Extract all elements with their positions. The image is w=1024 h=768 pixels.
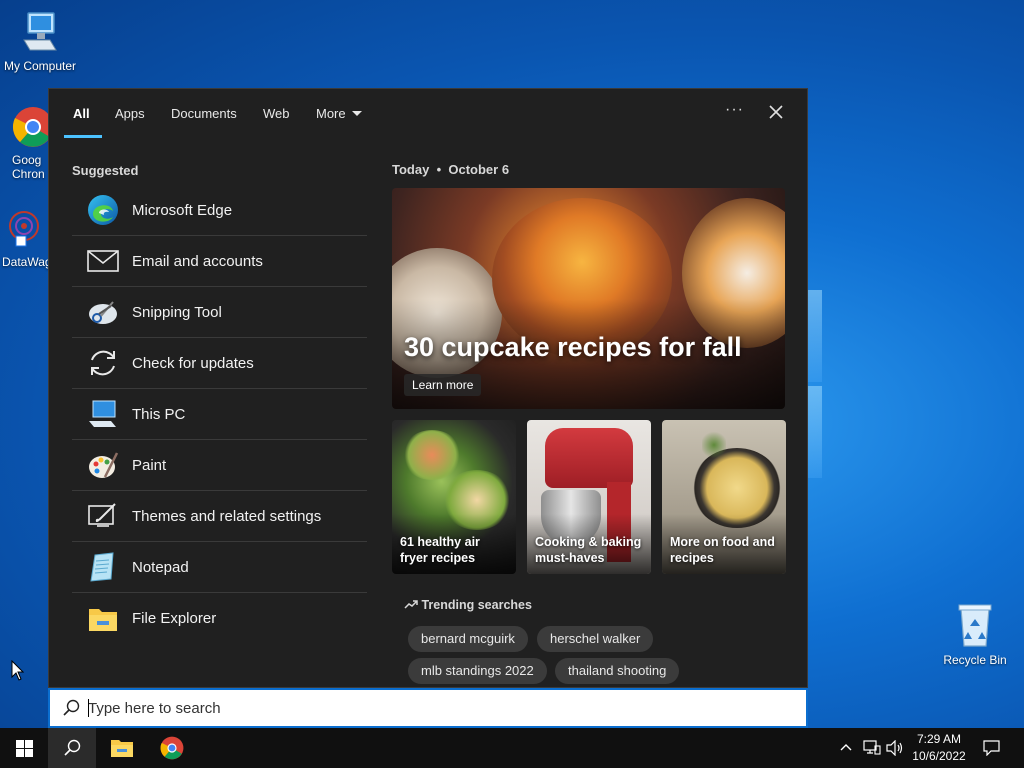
trending-label: Trending searches [421, 598, 532, 612]
windows-logo-icon [15, 739, 33, 757]
trending-heading: Trending searches [404, 598, 532, 612]
wallpaper-light-beam [808, 386, 822, 478]
suggested-heading: Suggested [72, 163, 139, 178]
clock-date: 10/6/2022 [912, 749, 966, 763]
stand-mixer-image [545, 428, 633, 488]
suggested-item-notepad[interactable]: Notepad [72, 542, 367, 593]
hero-card-cupcakes[interactable]: 30 cupcake recipes for fall Learn more [392, 188, 785, 409]
desktop-icon-label: DataWag [2, 255, 52, 269]
wallpaper-light-beam [808, 290, 822, 382]
trending-chip[interactable]: mlb standings 2022 [408, 658, 547, 684]
computer-icon [86, 397, 120, 431]
tab-documents[interactable]: Documents [171, 106, 237, 121]
search-icon [63, 699, 80, 716]
herb-image [702, 430, 726, 460]
snipping-tool-icon [86, 295, 120, 329]
network-icon[interactable] [863, 740, 881, 756]
text-caret [88, 699, 89, 717]
tile-more-food-recipes[interactable]: More on food and recipes [662, 420, 786, 574]
clock[interactable]: 7:29 AM 10/6/2022 [905, 731, 973, 765]
suggested-item-file-explorer[interactable]: File Explorer [72, 593, 367, 644]
desktop-icon-label: Goog Chron [12, 153, 45, 181]
suggested-item-label: Email and accounts [132, 252, 263, 270]
desktop-icon-datawag[interactable]: DataWag [2, 206, 52, 269]
desktop-icon-my-computer[interactable]: My Computer [0, 10, 80, 73]
start-button[interactable] [0, 728, 48, 768]
mouse-pointer-icon [11, 660, 25, 681]
computer-icon [23, 12, 57, 51]
today-date: October 6 [448, 162, 510, 177]
tab-more-label: More [316, 106, 346, 121]
tile-air-fryer-recipes[interactable]: 61 healthy air fryer recipes [392, 420, 516, 574]
chevron-down-icon [351, 111, 362, 116]
chevron-up-icon[interactable] [840, 742, 852, 752]
notification-center-icon[interactable] [983, 740, 1000, 756]
taskbar-file-explorer[interactable] [98, 728, 146, 768]
tab-more[interactable]: More [316, 106, 362, 121]
suggested-item-label: Check for updates [132, 354, 254, 372]
clock-time: 7:29 AM [916, 732, 962, 746]
tile-caption: 61 healthy air fryer recipes [400, 535, 480, 565]
tile-caption: Cooking & baking must-haves [535, 535, 642, 565]
trending-chip[interactable]: thailand shooting [555, 658, 680, 684]
suggested-item-label: Paint [132, 456, 167, 474]
refresh-icon [86, 346, 120, 380]
suggested-item-this-pc[interactable]: This PC [72, 389, 367, 440]
suggested-item-label: This PC [132, 405, 186, 423]
today-separator: • [432, 162, 445, 177]
tab-apps[interactable]: Apps [115, 106, 145, 121]
tab-active-indicator [64, 135, 102, 138]
lettuce-wrap-image [402, 430, 462, 480]
search-panel: All Apps Documents Web More ··· Suggeste… [48, 88, 808, 688]
suggested-item-label: Snipping Tool [132, 303, 222, 321]
suggested-item-email-and-accounts[interactable]: Email and accounts [72, 236, 367, 287]
trending-arrow-icon [404, 600, 418, 609]
tab-web[interactable]: Web [263, 106, 290, 121]
suggested-item-label: File Explorer [132, 610, 217, 627]
search-icon [64, 739, 81, 756]
volume-icon[interactable] [886, 740, 904, 756]
chrome-icon [160, 736, 184, 760]
taskbar-chrome[interactable] [148, 728, 196, 768]
recycle-bin-icon [958, 604, 992, 647]
suggested-item-paint[interactable]: Paint [72, 440, 367, 491]
suggested-item-microsoft-edge[interactable]: Microsoft Edge [72, 185, 367, 236]
suggested-item-label: Notepad [132, 558, 189, 576]
search-input[interactable] [88, 696, 788, 720]
trending-chip[interactable]: herschel walker [537, 626, 654, 652]
learn-more-button[interactable]: Learn more [404, 374, 482, 396]
desktop-icon-label: My Computer [3, 59, 77, 73]
desktop-icon-google-chrome[interactable]: Goog Chron [0, 106, 53, 181]
suggested-item-label: Microsoft Edge [132, 201, 233, 219]
tab-all[interactable]: All [73, 106, 90, 121]
suggested-list: Microsoft Edge Email and accounts Snippi… [72, 185, 367, 644]
hero-title: 30 cupcake recipes for fall [404, 332, 742, 362]
folder-icon [86, 602, 120, 636]
today-heading: Today • October 6 [392, 162, 509, 177]
close-icon[interactable] [767, 103, 785, 121]
taskbar: 7:29 AM 10/6/2022 [0, 728, 1024, 768]
folder-icon [111, 740, 133, 757]
suggested-item-label: Themes and related settings [132, 507, 322, 525]
desktop-icon-recycle-bin[interactable]: Recycle Bin [935, 602, 1015, 667]
datawag-icon [9, 211, 39, 247]
trending-chip[interactable]: bernard mcguirk [408, 626, 528, 652]
today-label: Today [392, 162, 430, 177]
tile-cooking-baking[interactable]: Cooking & baking must-haves [527, 420, 651, 574]
notepad-icon [86, 550, 120, 584]
suggested-item-themes-and-related-settings[interactable]: Themes and related settings [72, 491, 367, 542]
tile-caption: More on food and recipes [670, 535, 775, 565]
paint-palette-icon [86, 448, 120, 482]
search-tabs: All Apps Documents Web More ··· [49, 89, 807, 139]
suggested-item-snipping-tool[interactable]: Snipping Tool [72, 287, 367, 338]
taskbar-search-button[interactable] [48, 728, 96, 768]
desktop-icon-label: Recycle Bin [943, 653, 1007, 667]
themes-brush-icon [86, 499, 120, 533]
suggested-item-check-for-updates[interactable]: Check for updates [72, 338, 367, 389]
more-options-button[interactable]: ··· [725, 101, 744, 119]
mail-icon [86, 244, 120, 278]
edge-icon [86, 193, 120, 227]
search-box[interactable] [48, 688, 808, 728]
